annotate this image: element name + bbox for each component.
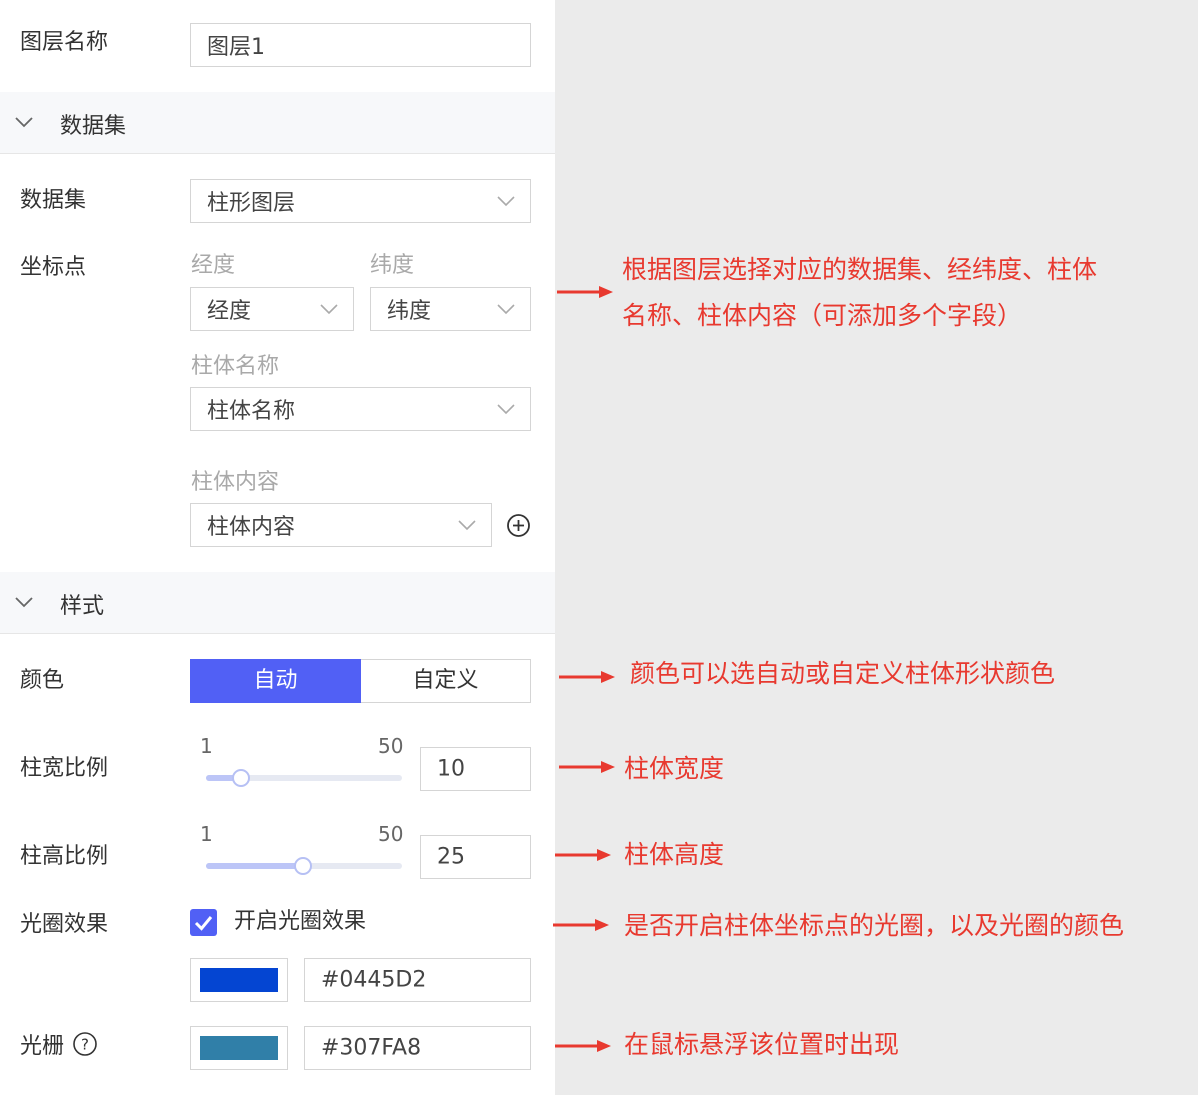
chevron-down-icon — [458, 520, 476, 531]
arrow-right-icon — [555, 1040, 611, 1052]
chevron-down-icon — [497, 404, 515, 415]
arrow-right-icon — [557, 286, 613, 298]
longitude-label: 经度 — [191, 253, 236, 278]
halo-color-preview — [200, 968, 278, 992]
arrow-right-icon — [553, 919, 609, 931]
chevron-down-icon — [15, 117, 33, 128]
coords-label: 坐标点 — [20, 255, 87, 280]
width-note: 柱体宽度 — [624, 754, 725, 783]
grating-color-value: #307FA8 — [321, 1035, 422, 1061]
bar-height-value: 25 — [437, 844, 465, 870]
bar-content-label: 柱体内容 — [191, 470, 280, 495]
dataset-label: 数据集 — [20, 188, 87, 213]
bar-width-label: 柱宽比例 — [20, 756, 109, 781]
chevron-down-icon — [497, 304, 515, 315]
style-section-title: 样式 — [60, 594, 105, 619]
style-section-header[interactable]: 样式 — [0, 572, 555, 634]
arrow-right-icon — [559, 671, 615, 683]
help-icon[interactable]: ? — [72, 1031, 98, 1057]
bar-height-slider-thumb[interactable] — [294, 857, 312, 875]
bar-name-select-value: 柱体名称 — [207, 399, 296, 424]
bar-width-slider-thumb[interactable] — [232, 769, 250, 787]
bar-name-select[interactable]: 柱体名称 — [190, 387, 531, 431]
bar-content-select-value: 柱体内容 — [207, 515, 296, 540]
bar-height-min: 1 — [200, 822, 213, 846]
halo-note: 是否开启柱体坐标点的光圈，以及光圈的颜色 — [624, 911, 1125, 940]
chevron-down-icon — [497, 196, 515, 207]
layer-name-input[interactable]: 图层1 — [190, 23, 531, 67]
bar-height-max: 50 — [378, 822, 404, 846]
dataset-section-title: 数据集 — [60, 114, 127, 139]
layer-name-label: 图层名称 — [20, 30, 109, 55]
arrow-right-icon — [559, 761, 615, 773]
dataset-section-header[interactable]: 数据集 — [0, 92, 555, 154]
color-custom-option[interactable]: 自定义 — [361, 659, 531, 703]
bar-content-select[interactable]: 柱体内容 — [190, 503, 492, 547]
bar-width-max: 50 — [378, 734, 404, 758]
svg-text:?: ? — [81, 1036, 89, 1054]
bar-width-min: 1 — [200, 734, 213, 758]
bar-height-label: 柱高比例 — [20, 844, 109, 869]
halo-color-input[interactable]: #0445D2 — [304, 958, 531, 1002]
arrow-right-icon — [555, 849, 611, 861]
layer-settings-panel: 图层名称 图层1 数据集 数据集 柱形图层 坐标点 经度 纬度 经度 纬度 柱体… — [0, 0, 555, 1095]
bar-width-input[interactable]: 10 — [420, 747, 531, 791]
layer-name-value: 图层1 — [207, 35, 265, 60]
grating-color-preview — [200, 1036, 278, 1060]
add-field-icon[interactable] — [506, 513, 531, 538]
dataset-select[interactable]: 柱形图层 — [190, 179, 531, 223]
latitude-select[interactable]: 纬度 — [370, 287, 531, 331]
halo-checkbox-label: 开启光圈效果 — [234, 909, 367, 934]
dataset-note-line2: 名称、柱体内容（可添加多个字段） — [622, 301, 1023, 330]
dataset-select-value: 柱形图层 — [207, 191, 296, 216]
bar-width-value: 10 — [437, 756, 465, 782]
checkmark-icon — [194, 916, 213, 931]
grating-color-swatch[interactable] — [190, 1026, 288, 1070]
grating-color-input[interactable]: #307FA8 — [304, 1026, 531, 1070]
chevron-down-icon — [320, 304, 338, 315]
longitude-select-value: 经度 — [207, 299, 252, 324]
color-note: 颜色可以选自动或自定义柱体形状颜色 — [630, 659, 1056, 688]
latitude-select-value: 纬度 — [387, 299, 432, 324]
height-note: 柱体高度 — [624, 840, 725, 869]
color-auto-option[interactable]: 自动 — [190, 659, 361, 703]
grating-label: 光栅 — [20, 1034, 65, 1059]
grating-note: 在鼠标悬浮该位置时出现 — [624, 1030, 900, 1059]
bar-name-label: 柱体名称 — [191, 354, 280, 379]
bar-height-slider-fill — [206, 863, 304, 869]
halo-checkbox[interactable] — [190, 909, 217, 936]
bar-height-input[interactable]: 25 — [420, 835, 531, 879]
halo-color-value: #0445D2 — [321, 967, 427, 993]
halo-color-swatch[interactable] — [190, 958, 288, 1002]
longitude-select[interactable]: 经度 — [190, 287, 354, 331]
color-label: 颜色 — [20, 668, 65, 693]
latitude-label: 纬度 — [370, 253, 415, 278]
dataset-note-line1: 根据图层选择对应的数据集、经纬度、柱体 — [622, 255, 1098, 284]
chevron-down-icon — [15, 597, 33, 608]
halo-label: 光圈效果 — [20, 912, 109, 937]
